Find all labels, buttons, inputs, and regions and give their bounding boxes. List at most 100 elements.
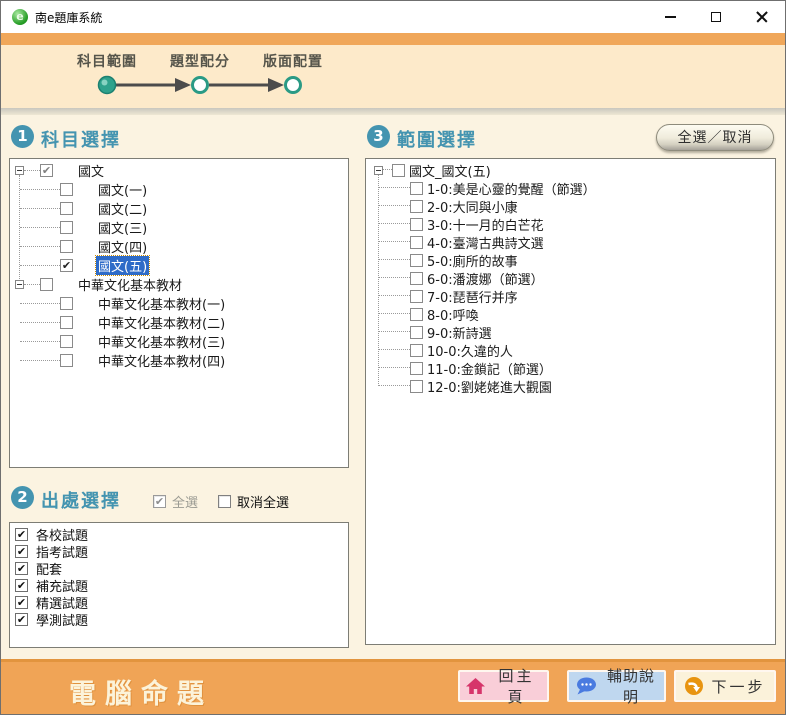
tree-checkbox[interactable] (410, 236, 423, 249)
tree-item-label[interactable]: 11-0:金鎖記（節選） (426, 359, 553, 378)
tree-checkbox[interactable] (410, 308, 423, 321)
collapse-icon[interactable] (374, 166, 383, 175)
tree-item-label[interactable]: 國文(二) (96, 199, 149, 218)
tree-item-label[interactable]: 中華文化基本教材(三) (96, 332, 227, 351)
tree-checkbox[interactable] (410, 200, 423, 213)
close-button[interactable] (739, 1, 785, 33)
tree-checkbox[interactable] (410, 290, 423, 303)
tree-item-label[interactable]: 10-0:久違的人 (426, 341, 514, 360)
tree-checkbox[interactable] (60, 354, 73, 367)
tree-checkbox[interactable] (410, 182, 423, 195)
tree-row: 6-0:潘渡娜（節選） (366, 269, 775, 287)
tree-checkbox[interactable] (410, 344, 423, 357)
tree-checkbox[interactable] (60, 297, 73, 310)
source-checkbox[interactable]: ✔ (15, 579, 28, 592)
tree-checkbox[interactable] (60, 221, 73, 234)
tree-row: 中華文化基本教材(二) (10, 313, 348, 332)
tree-item-label[interactable]: 國文_國文(五) (408, 161, 492, 180)
tree-checkbox[interactable]: ✔ (40, 164, 53, 177)
tree-row-selected: ✔ 國文(五) (10, 256, 348, 275)
tree-checkbox[interactable] (60, 240, 73, 253)
tree-checkbox[interactable] (40, 278, 53, 291)
select-all-label: 全選 (172, 492, 198, 511)
tree-checkbox[interactable] (60, 202, 73, 215)
footer-brand: 電腦命題 (69, 672, 213, 711)
tree-item-label[interactable]: 國文(四) (96, 237, 149, 256)
tree-item-label[interactable]: 2-0:大同與小康 (426, 197, 519, 216)
tree-item-label[interactable]: 4-0:臺灣古典詩文選 (426, 233, 545, 252)
source-checkbox[interactable]: ✔ (15, 562, 28, 575)
tree-item-label[interactable]: 8-0:呼喚 (426, 305, 480, 324)
step-dot-upcoming-2 (286, 78, 301, 93)
step-progress-graphic (1, 45, 361, 108)
tree-item-label[interactable]: 9-0:新詩選 (426, 323, 493, 342)
range-column: 3 範圍選擇 全選／取消 國文_國文(五) 1-0:美是心靈的覺醒（節選） 2-… (365, 123, 776, 645)
subject-section-title: 科目選擇 (41, 126, 121, 152)
tree-item-label[interactable]: 中華文化基本教材(二) (96, 313, 227, 332)
source-checkbox[interactable]: ✔ (15, 545, 28, 558)
tree-checkbox[interactable] (60, 316, 73, 329)
tree-item-label[interactable]: 12-0:劉姥姥進大觀園 (426, 377, 553, 396)
source-checkbox[interactable]: ✔ (15, 596, 28, 609)
select-all-checkbox[interactable]: ✔ (153, 495, 166, 508)
tree-checkbox[interactable] (60, 183, 73, 196)
select-all-toggle-button[interactable]: 全選／取消 (656, 124, 774, 151)
tree-row: 中華文化基本教材(四) (10, 351, 348, 370)
tree-item-label[interactable]: 國文(一) (96, 180, 149, 199)
tree-checkbox[interactable] (410, 362, 423, 375)
deselect-all-checkbox[interactable] (218, 495, 231, 508)
next-step-button[interactable]: 下一步 (674, 670, 776, 702)
range-tree: 國文_國文(五) 1-0:美是心靈的覺醒（節選） 2-0:大同與小康 3-0:十… (365, 158, 776, 645)
tree-checkbox[interactable] (410, 380, 423, 393)
maximize-button[interactable] (693, 1, 739, 33)
minimize-button[interactable] (647, 1, 693, 33)
tree-row: 3-0:十一月的白芒花 (366, 215, 775, 233)
header-shadow (1, 108, 785, 115)
home-icon (466, 678, 485, 695)
home-button[interactable]: 回主頁 (458, 670, 549, 702)
deselect-all-label: 取消全選 (237, 492, 289, 511)
source-item-label[interactable]: 學測試題 (36, 610, 88, 629)
tree-item-label[interactable]: 7-0:琵琶行并序 (426, 287, 519, 306)
minimize-icon (665, 16, 676, 18)
tree-row: 國文_國文(五) (366, 161, 775, 179)
tree-checkbox[interactable] (392, 164, 405, 177)
tree-item-label[interactable]: 1-0:美是心靈的覺醒（節選） (426, 179, 597, 198)
help-button[interactable]: 輔助說明 (567, 670, 666, 702)
accent-stripe (1, 33, 785, 45)
tree-item-label[interactable]: 6-0:潘渡娜（節選） (426, 269, 545, 288)
source-checkbox[interactable]: ✔ (15, 613, 28, 626)
tree-row: 中華文化基本教材 (10, 275, 348, 294)
tree-checkbox[interactable] (60, 335, 73, 348)
tree-item-label[interactable]: 5-0:廁所的故事 (426, 251, 519, 270)
tree-checkbox[interactable] (410, 254, 423, 267)
tree-item-label[interactable]: 中華文化基本教材(一) (96, 294, 227, 313)
tree-item-label[interactable]: 國文(三) (96, 218, 149, 237)
window-title: 南e題庫系統 (35, 9, 102, 26)
wizard-steps: 科目範圍 題型配分 版面配置 (1, 45, 785, 108)
tree-item-label[interactable]: 中華文化基本教材 (76, 275, 184, 294)
tree-checkbox[interactable] (410, 326, 423, 339)
tree-checkbox[interactable] (410, 218, 423, 231)
list-item: ✔ 精選試題 (10, 594, 348, 611)
tree-checkbox[interactable]: ✔ (60, 259, 73, 272)
select-all-checkbox-group: ✔ 全選 (153, 492, 198, 511)
source-section-title: 出處選擇 (41, 487, 121, 513)
tree-checkbox[interactable] (410, 272, 423, 285)
source-section-header: 2 出處選擇 ✔ 全選 取消全選 (9, 484, 349, 514)
source-checkbox[interactable]: ✔ (15, 528, 28, 541)
step-dot-upcoming-1 (193, 78, 208, 93)
tree-row: 國文(四) (10, 237, 348, 256)
list-item: ✔ 各校試題 (10, 526, 348, 543)
collapse-icon[interactable] (15, 166, 24, 175)
tree-item-label[interactable]: 3-0:十一月的白芒花 (426, 215, 545, 234)
maximize-icon (711, 12, 721, 22)
tree-item-label[interactable]: 國文 (76, 161, 106, 180)
subject-section-header: 1 科目選擇 (9, 123, 349, 153)
app-window: e 南e題庫系統 科目範圍 題型配分 版面配置 1 科目選擇 (0, 0, 786, 715)
tree-row: 國文(三) (10, 218, 348, 237)
tree-item-label[interactable]: 中華文化基本教材(四) (96, 351, 227, 370)
collapse-icon[interactable] (15, 280, 24, 289)
tree-row: 5-0:廁所的故事 (366, 251, 775, 269)
tree-item-label[interactable]: 國文(五) (96, 256, 149, 275)
